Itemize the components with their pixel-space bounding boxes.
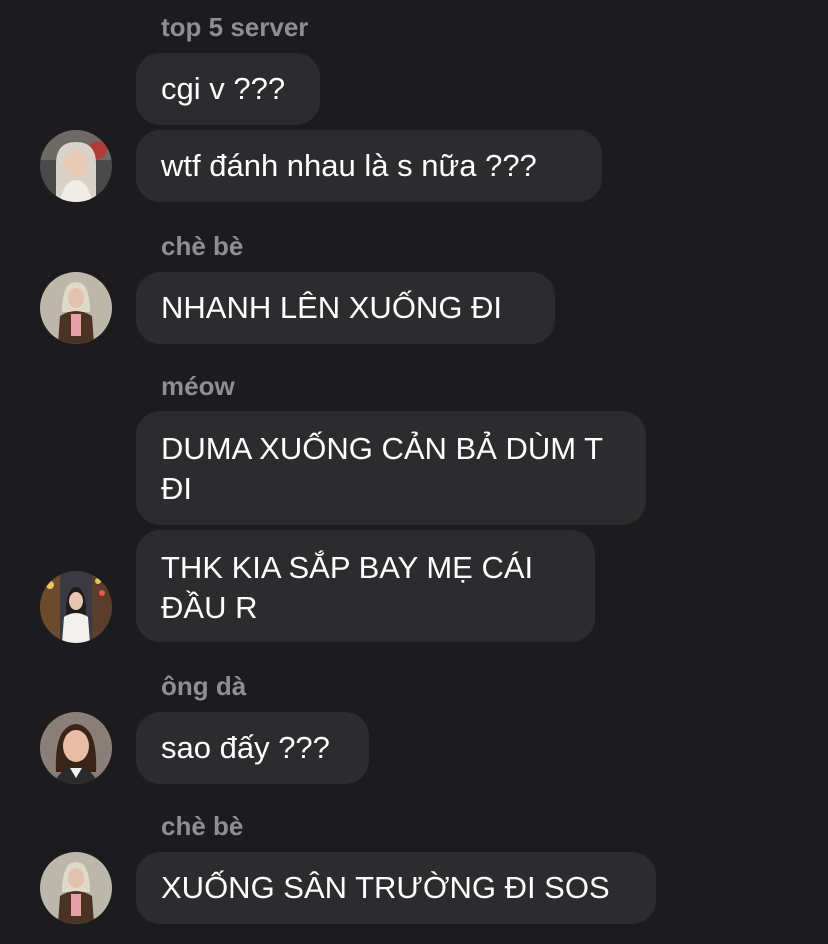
message-bubble[interactable]: cgi v ??? xyxy=(136,53,320,125)
message-text: cgi v ??? xyxy=(161,71,286,106)
avatar-girl-jacket-icon[interactable] xyxy=(40,272,112,344)
message-bubble[interactable]: sao đấy ??? xyxy=(136,712,369,784)
message-bubble[interactable]: XUỐNG SÂN TRƯỜNG ĐI SOS xyxy=(136,852,656,924)
sender-name: top 5 server xyxy=(161,12,309,42)
message-bubble[interactable]: DUMA XUỐNG CẢN BẢ DÙM T ĐI xyxy=(136,411,646,525)
sender-name: chè bè xyxy=(161,811,244,841)
message-bubble[interactable]: THK KIA SẮP BAY MẸ CÁI ĐẦU R xyxy=(136,530,595,642)
message-text: NHANH LÊN XUỐNG ĐI xyxy=(161,290,503,325)
sender-name: méow xyxy=(161,371,235,401)
avatar-girl-light-hair-icon[interactable] xyxy=(40,130,112,202)
sender-name: ông dà xyxy=(161,671,247,701)
avatar-girl-jacket-icon[interactable] xyxy=(40,852,112,924)
message-text: THK KIA SẮP BAY MẸ CÁI ĐẦU R xyxy=(161,550,534,625)
message-text: XUỐNG SÂN TRƯỜNG ĐI SOS xyxy=(161,870,610,905)
message-text: DUMA XUỐNG CẢN BẢ DÙM T ĐI xyxy=(161,431,603,506)
message-bubble[interactable]: wtf đánh nhau là s nữa ??? xyxy=(136,130,602,202)
avatar-woman-portrait-icon[interactable] xyxy=(40,712,112,784)
sender-name: chè bè xyxy=(161,231,244,261)
avatar-girl-street-icon[interactable] xyxy=(40,571,112,643)
message-text: sao đấy ??? xyxy=(161,730,330,765)
message-text: wtf đánh nhau là s nữa ??? xyxy=(161,148,537,183)
message-bubble[interactable]: NHANH LÊN XUỐNG ĐI xyxy=(136,272,555,344)
